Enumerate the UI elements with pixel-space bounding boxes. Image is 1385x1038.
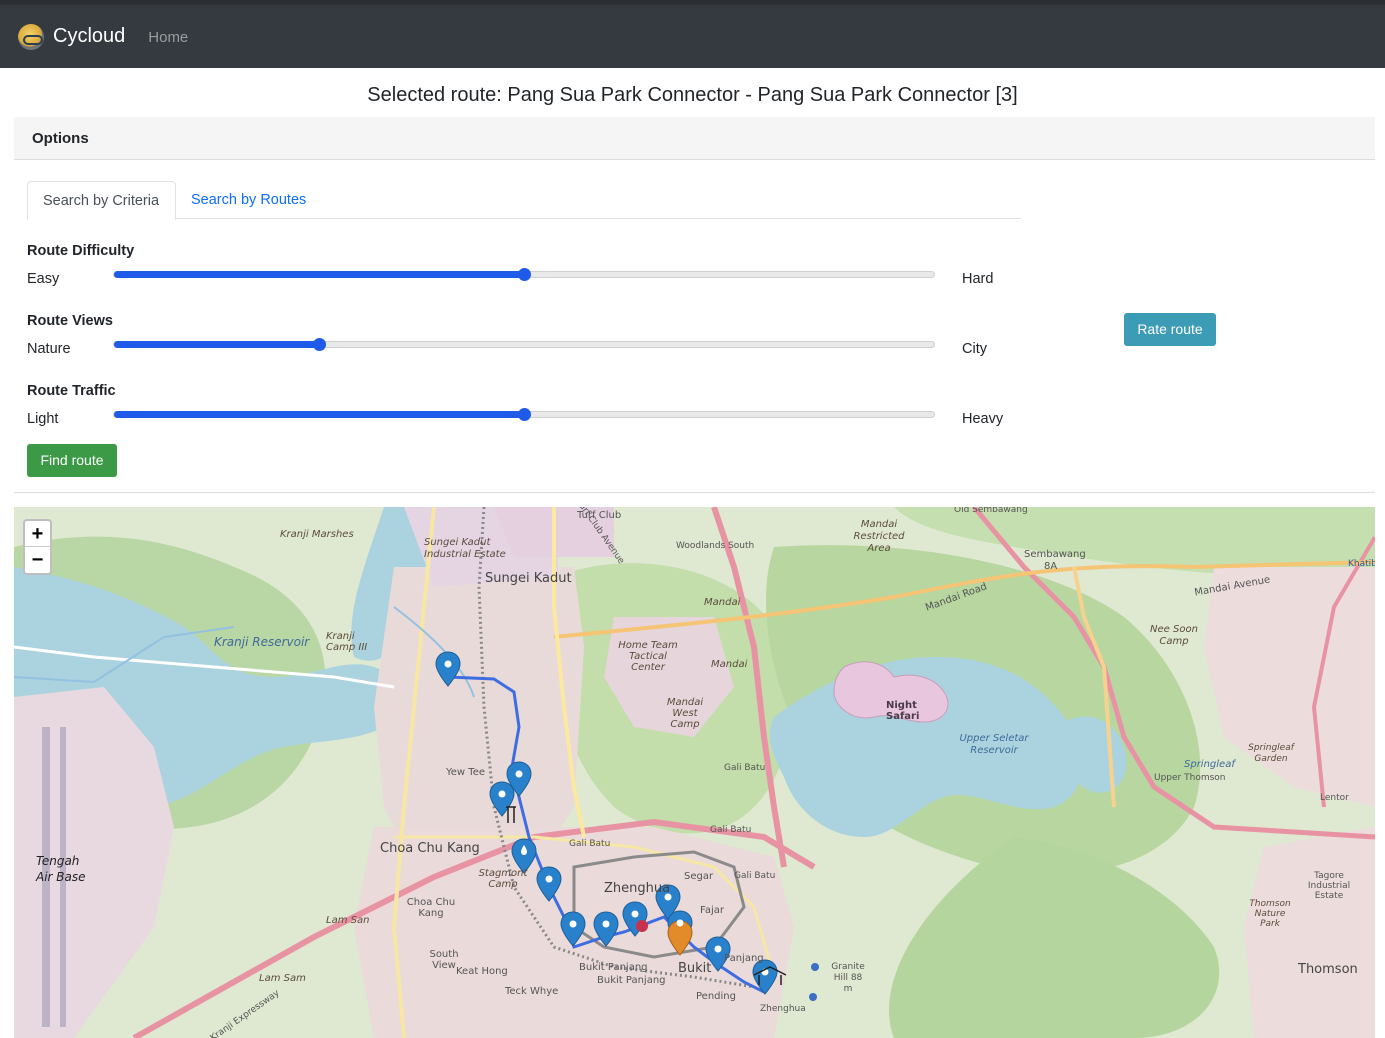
traffic-high-label: Heavy [962, 411, 1004, 427]
map-label: Choa Chu Kang [406, 897, 456, 919]
options-header: Options [14, 117, 1375, 160]
slider-fill [114, 341, 319, 348]
map-label: Bukit [678, 961, 712, 976]
map-label: Lam San [326, 915, 370, 926]
divider [14, 492, 1375, 493]
page-title: Selected route: Pang Sua Park Connector … [367, 84, 1018, 106]
map-label: Khatib [1348, 559, 1375, 569]
traffic-slider[interactable] [113, 408, 935, 421]
map-label: Panjang [724, 953, 764, 964]
difficulty-label: Route Difficulty [27, 243, 135, 259]
map-label: Lam Sam [259, 973, 306, 984]
map-label: Teck Whye [505, 986, 559, 997]
slider-thumb[interactable] [313, 338, 326, 351]
map-label: Upper Thomson [1154, 773, 1226, 783]
nav-home-link[interactable]: Home [148, 29, 188, 46]
views-label: Route Views [27, 313, 113, 329]
map-label: Kranji Marshes [280, 529, 354, 540]
map-label: Night Safari [886, 700, 920, 722]
map-label: Keat Hong [456, 966, 508, 977]
difficulty-high-label: Hard [962, 271, 994, 287]
map-label: Choa Chu Kang [380, 841, 480, 856]
map-label: Gali Batu [724, 763, 766, 773]
map-label: Tengah Air Base [36, 854, 86, 884]
map-label: Springleaf [1184, 759, 1235, 770]
map-label: Upper Seletar Reservoir [959, 733, 1029, 756]
map-label: Bukit Panjang [597, 975, 666, 986]
search-tabs: Search by Criteria Search by Routes [27, 181, 1021, 220]
top-navbar: Cycloud Home [0, 0, 1385, 68]
zoom-in-button[interactable]: + [25, 521, 50, 547]
map-label: Mandai West Camp [666, 697, 704, 730]
tab-search-by-routes[interactable]: Search by Routes [176, 181, 321, 219]
map-label: Old Sembawang [954, 507, 1028, 515]
route-map[interactable]: Turf Club Turf Club Avenue Woodlands Sou… [14, 507, 1375, 1038]
map-label: Woodlands South [676, 541, 755, 551]
slider-thumb[interactable] [518, 408, 531, 421]
rate-route-button[interactable]: Rate route [1124, 313, 1216, 346]
map-label: Granite Hill 88 m [831, 962, 865, 994]
map-label: 8A [1044, 561, 1058, 572]
brand-name: Cycloud [53, 25, 126, 47]
tab-search-by-criteria[interactable]: Search by Criteria [27, 181, 176, 220]
map-label: Yew Tee [446, 767, 486, 778]
map-label: Mandai [711, 659, 748, 670]
map-label: Bukit Panjang [579, 962, 648, 973]
views-slider[interactable] [113, 338, 935, 351]
map-label: Sungei Kadut [485, 571, 572, 586]
map-label: Zhenghua [760, 1004, 806, 1014]
map-label: Pending [696, 991, 736, 1002]
map-label: Springleaf Garden [1248, 743, 1294, 764]
slider-thumb[interactable] [518, 268, 531, 281]
map-label: Mandai Restricted Area [853, 519, 905, 554]
map-label: Thomson Nature Park [1249, 899, 1291, 929]
find-route-button[interactable]: Find route [27, 444, 117, 477]
traffic-low-label: Light [27, 411, 59, 427]
map-label: Segar [684, 871, 714, 882]
zoom-control: + − [23, 519, 52, 575]
difficulty-slider[interactable] [113, 268, 935, 281]
map-label: Zhenghua [604, 881, 671, 896]
cycloud-logo-icon [18, 23, 44, 50]
zoom-out-button[interactable]: − [25, 547, 50, 573]
map-label: Gali Batu [569, 839, 611, 849]
map-label: Kranji Reservoir [214, 635, 310, 649]
difficulty-low-label: Easy [27, 271, 60, 287]
slider-fill [114, 411, 524, 418]
map-label: Gali Batu [734, 871, 776, 881]
map-label: Thomson [1298, 962, 1358, 977]
map-label: Mandai [704, 597, 741, 608]
map-label: Home Team Tactical Center [618, 640, 678, 673]
map-label: Tagore Industrial Estate [1307, 871, 1351, 901]
map-label: Stagmont Camp [478, 868, 528, 890]
views-high-label: City [962, 341, 987, 357]
traffic-label: Route Traffic [27, 383, 116, 399]
map-label: Kranji Camp III [326, 631, 368, 653]
map-label: Gali Batu [710, 825, 752, 835]
map-label: Nee Soon Camp [1150, 624, 1198, 647]
views-low-label: Nature [27, 341, 71, 357]
map-label: Sembawang [1024, 549, 1086, 560]
map-label: Fajar [700, 905, 724, 916]
map-label: Lentor [1320, 793, 1349, 803]
map-label: Sungei Kadut Industrial Estate [424, 537, 506, 560]
brand[interactable]: Cycloud [18, 23, 126, 50]
slider-fill [114, 271, 524, 278]
